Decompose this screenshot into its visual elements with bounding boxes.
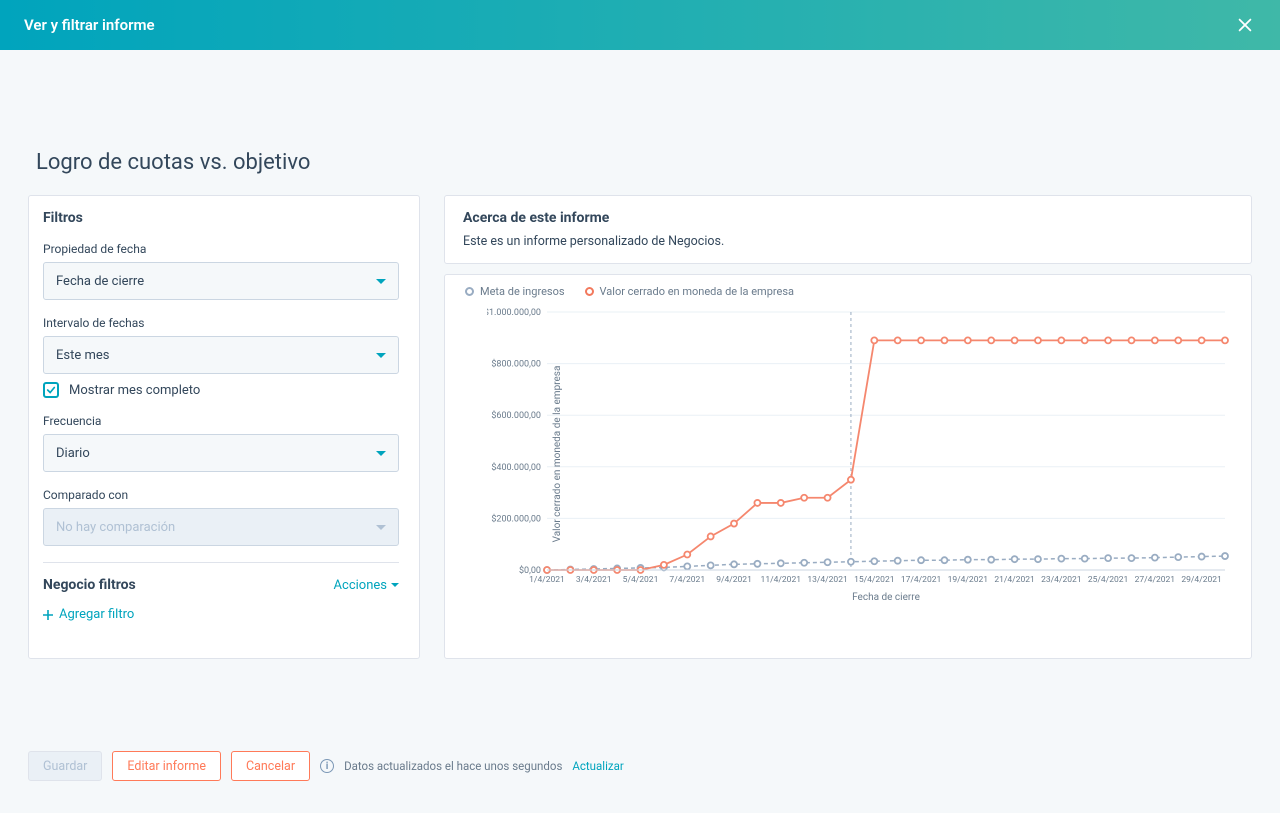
y-axis-label: Valor cerrado en moneda de la empresa bbox=[552, 366, 563, 543]
footer-status: Datos actualizados el hace unos segundos bbox=[344, 759, 562, 773]
cancel-button[interactable]: Cancelar bbox=[231, 751, 310, 781]
about-heading: Acerca de este informe bbox=[463, 210, 1233, 226]
actions-dropdown[interactable]: Acciones bbox=[334, 578, 399, 593]
footer-actions: Guardar Editar informe Cancelar i Datos … bbox=[28, 751, 624, 781]
svg-text:17/4/2021: 17/4/2021 bbox=[901, 575, 941, 585]
svg-text:7/4/2021: 7/4/2021 bbox=[669, 575, 705, 585]
chevron-down-icon bbox=[376, 525, 386, 530]
legend-label-b: Valor cerrado en moneda de la empresa bbox=[600, 285, 794, 298]
chart-area: Valor cerrado en moneda de la empresa $0… bbox=[487, 304, 1233, 604]
svg-text:Fecha de cierre: Fecha de cierre bbox=[852, 592, 920, 603]
chevron-down-icon bbox=[376, 279, 386, 284]
modal-header: Ver y filtrar informe bbox=[0, 0, 1280, 50]
compared-with-label: Comparado con bbox=[43, 488, 399, 502]
save-button: Guardar bbox=[28, 751, 102, 781]
chevron-down-icon bbox=[391, 583, 399, 587]
add-filter-label: Agregar filtro bbox=[59, 607, 134, 622]
svg-text:23/4/2021: 23/4/2021 bbox=[1041, 575, 1081, 585]
svg-text:3/4/2021: 3/4/2021 bbox=[576, 575, 612, 585]
frequency-value: Diario bbox=[56, 446, 90, 461]
add-filter-button[interactable]: Agregar filtro bbox=[43, 607, 399, 622]
close-icon[interactable] bbox=[1236, 15, 1256, 35]
info-icon: i bbox=[320, 759, 334, 773]
circle-icon bbox=[585, 287, 594, 296]
filters-panel: Filtros Propiedad de fecha Fecha de cier… bbox=[28, 195, 420, 659]
chevron-down-icon bbox=[376, 353, 386, 358]
divider bbox=[43, 562, 399, 563]
business-filters-heading: Negocio filtros bbox=[43, 577, 136, 593]
svg-text:$600.000,00: $600.000,00 bbox=[491, 410, 541, 421]
svg-text:11/4/2021: 11/4/2021 bbox=[761, 575, 801, 585]
date-range-label: Intervalo de fechas bbox=[43, 316, 399, 330]
date-property-select[interactable]: Fecha de cierre bbox=[43, 262, 399, 300]
svg-text:25/4/2021: 25/4/2021 bbox=[1088, 575, 1128, 585]
edit-report-button[interactable]: Editar informe bbox=[112, 751, 221, 781]
filters-scroll[interactable]: Filtros Propiedad de fecha Fecha de cier… bbox=[29, 196, 419, 658]
date-range-select[interactable]: Este mes bbox=[43, 336, 399, 374]
compared-with-value: No hay comparación bbox=[56, 520, 175, 535]
chart-card: Meta de ingresos Valor cerrado en moneda… bbox=[444, 274, 1252, 659]
date-property-value: Fecha de cierre bbox=[56, 274, 144, 289]
page-title: Logro de cuotas vs. objetivo bbox=[36, 150, 1252, 175]
show-full-month-label: Mostrar mes completo bbox=[69, 383, 200, 398]
svg-text:29/4/2021: 29/4/2021 bbox=[1181, 575, 1221, 585]
date-property-label: Propiedad de fecha bbox=[43, 242, 399, 256]
line-chart: $0,00$200.000,00$400.000,00$600.000,00$8… bbox=[487, 304, 1233, 604]
svg-text:9/4/2021: 9/4/2021 bbox=[716, 575, 752, 585]
about-text: Este es un informe personalizado de Nego… bbox=[463, 234, 1233, 249]
svg-text:15/4/2021: 15/4/2021 bbox=[854, 575, 894, 585]
frequency-select[interactable]: Diario bbox=[43, 434, 399, 472]
svg-text:19/4/2021: 19/4/2021 bbox=[948, 575, 988, 585]
legend-item-meta: Meta de ingresos bbox=[465, 285, 565, 298]
modal-title: Ver y filtrar informe bbox=[24, 16, 155, 34]
svg-text:13/4/2021: 13/4/2021 bbox=[807, 575, 847, 585]
compared-with-select: No hay comparación bbox=[43, 508, 399, 546]
legend-item-valor: Valor cerrado en moneda de la empresa bbox=[585, 285, 794, 298]
actions-label: Acciones bbox=[334, 578, 387, 593]
circle-icon bbox=[465, 287, 474, 296]
svg-text:$400.000,00: $400.000,00 bbox=[491, 462, 541, 473]
svg-text:1/4/2021: 1/4/2021 bbox=[529, 575, 565, 585]
svg-text:$200.000,00: $200.000,00 bbox=[491, 513, 541, 524]
show-full-month-checkbox[interactable] bbox=[43, 382, 59, 398]
legend-label-a: Meta de ingresos bbox=[480, 285, 565, 298]
svg-text:$800.000,00: $800.000,00 bbox=[491, 359, 541, 370]
svg-text:27/4/2021: 27/4/2021 bbox=[1135, 575, 1175, 585]
svg-text:21/4/2021: 21/4/2021 bbox=[994, 575, 1034, 585]
show-full-month-row: Mostrar mes completo bbox=[43, 382, 399, 398]
svg-text:$1.000.000,00: $1.000.000,00 bbox=[487, 307, 541, 318]
date-range-value: Este mes bbox=[56, 348, 109, 363]
refresh-link[interactable]: Actualizar bbox=[572, 759, 623, 773]
chevron-down-icon bbox=[376, 451, 386, 456]
filters-heading: Filtros bbox=[43, 210, 399, 226]
chart-legend: Meta de ingresos Valor cerrado en moneda… bbox=[465, 285, 1233, 298]
frequency-label: Frecuencia bbox=[43, 414, 399, 428]
about-card: Acerca de este informe Este es un inform… bbox=[444, 195, 1252, 264]
svg-text:5/4/2021: 5/4/2021 bbox=[623, 575, 659, 585]
